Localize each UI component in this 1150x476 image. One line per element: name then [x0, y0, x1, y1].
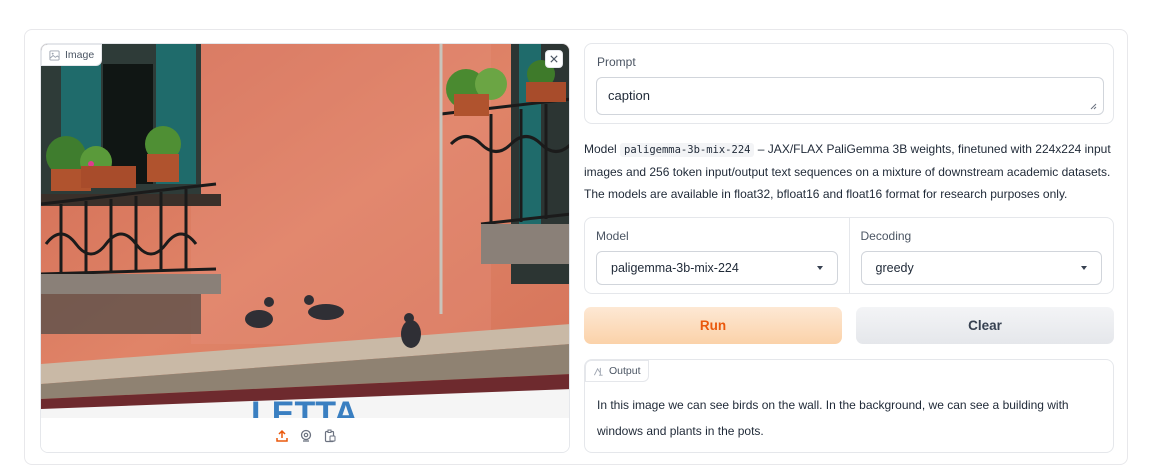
run-button[interactable]: Run	[584, 307, 842, 344]
model-select-block: Model paligemma-3b-mix-224	[585, 218, 849, 293]
output-label: Output	[609, 365, 641, 377]
model-description: Model paligemma-3b-mix-224 – JAX/FLAX Pa…	[584, 138, 1114, 205]
decoding-dropdown[interactable]: greedy	[860, 251, 1102, 285]
image-input-panel[interactable]: LETTA Image	[40, 43, 570, 453]
chevron-down-icon	[816, 266, 823, 270]
clipboard-icon	[324, 429, 336, 443]
svg-text:LETTA: LETTA	[251, 395, 358, 418]
description-prefix: Model	[584, 142, 621, 156]
decoding-select-block: Decoding greedy	[848, 218, 1114, 293]
settings-row: Model paligemma-3b-mix-224 Decoding gree…	[584, 217, 1114, 294]
model-dropdown[interactable]: paligemma-3b-mix-224	[596, 251, 838, 285]
upload-icon	[276, 429, 288, 442]
image-source-toolbar	[41, 418, 569, 452]
prompt-label: Prompt	[597, 55, 636, 69]
clear-image-button[interactable]	[545, 50, 563, 68]
model-dropdown-value: paligemma-3b-mix-224	[611, 261, 739, 275]
prompt-input[interactable]: caption	[596, 77, 1104, 115]
image-icon	[49, 49, 60, 61]
uploaded-photo: LETTA	[41, 44, 569, 418]
image-label: Image	[65, 49, 95, 61]
webcam-button[interactable]	[299, 429, 313, 443]
text-output-icon	[593, 367, 603, 376]
decoding-dropdown-value: greedy	[875, 261, 914, 275]
paste-clipboard-button[interactable]	[323, 429, 337, 443]
output-block: Output In this image we can see birds on…	[584, 359, 1114, 453]
output-label-chip: Output	[585, 360, 649, 382]
close-icon	[550, 55, 558, 63]
image-label-chip: Image	[41, 44, 103, 66]
model-select-label: Model	[596, 229, 629, 243]
clear-button[interactable]: Clear	[856, 307, 1114, 344]
upload-button[interactable]	[275, 429, 289, 443]
chevron-down-icon	[1081, 266, 1087, 270]
webcam-icon	[300, 429, 312, 442]
model-code: paligemma-3b-mix-224	[620, 143, 755, 157]
prompt-block: Prompt caption	[584, 43, 1114, 124]
decoding-select-label: Decoding	[860, 229, 912, 243]
resize-handle-icon[interactable]	[1089, 102, 1097, 110]
output-text: In this image we can see birds on the wa…	[597, 398, 1069, 438]
